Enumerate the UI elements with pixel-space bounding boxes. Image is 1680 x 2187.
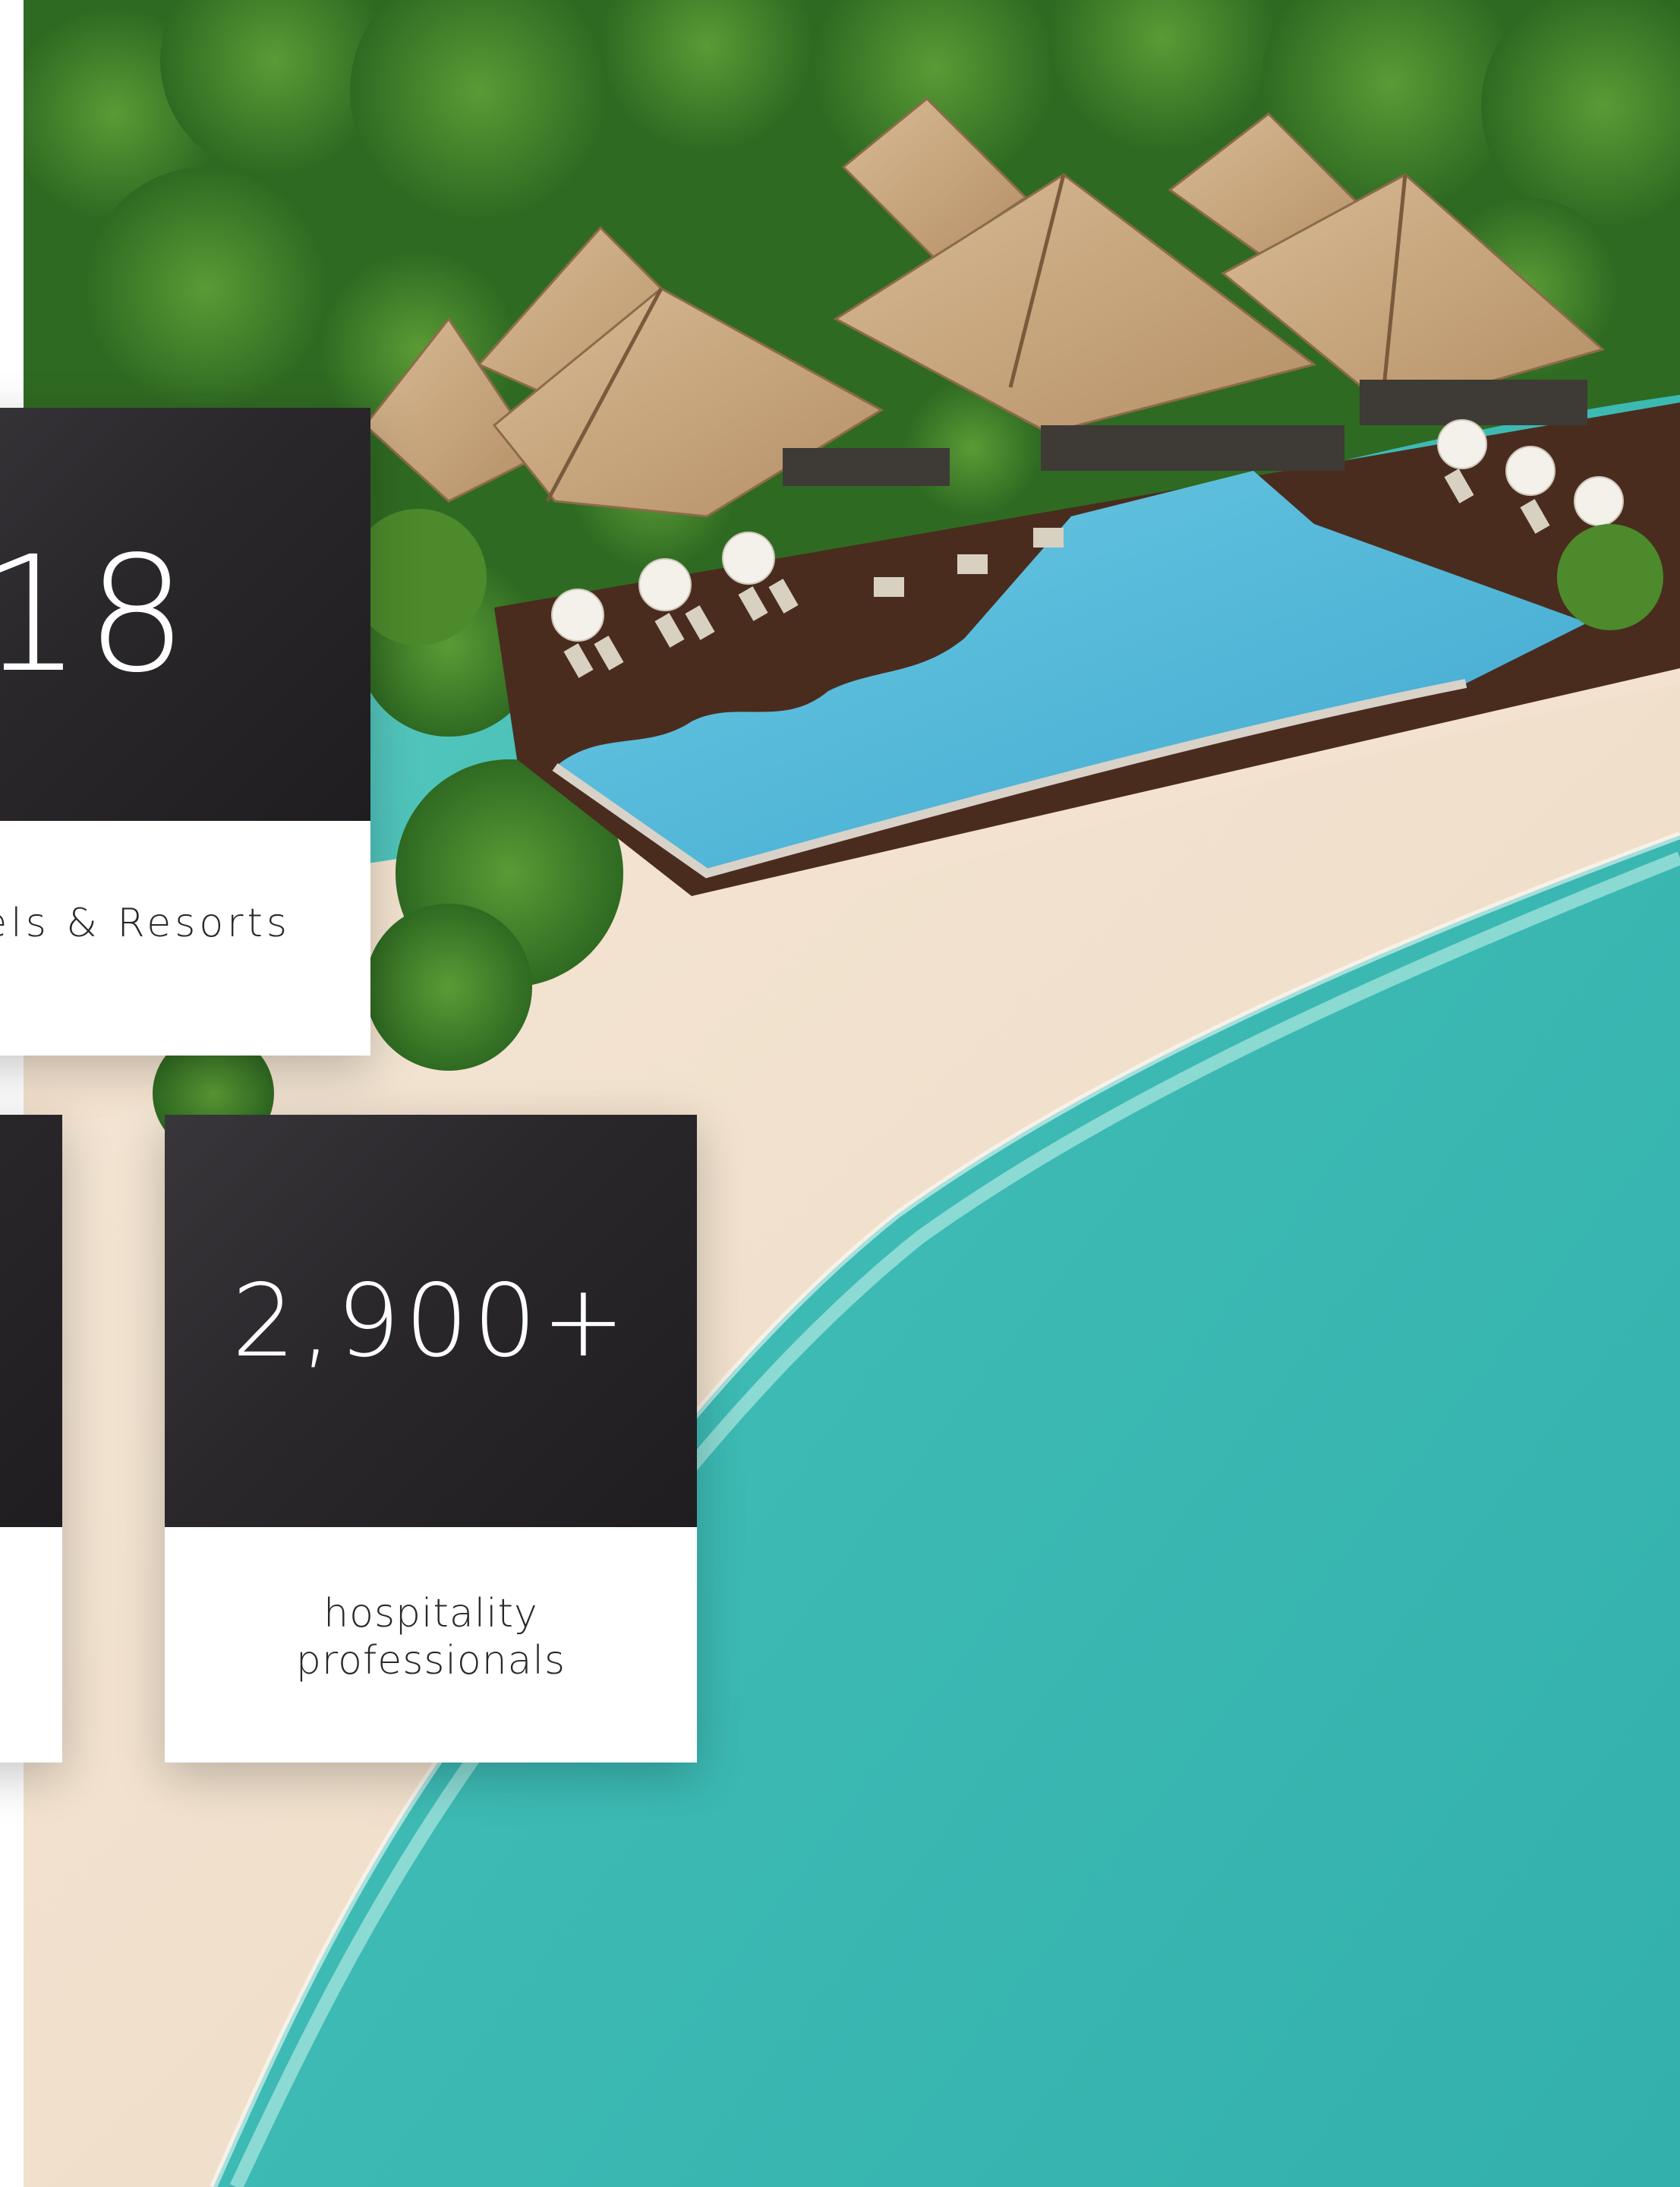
stat-card-staff: 2,900+ hospitality professionals	[165, 1115, 697, 1763]
stat-card-top: 2,900+	[165, 1115, 697, 1527]
stat-card-hotels: 18 Hotels & Resorts	[0, 408, 370, 1056]
stat-card-top	[0, 1115, 62, 1527]
stat-card-bottom: hospitality professionals	[165, 1527, 697, 1763]
resort-aerial-photo	[24, 0, 1680, 2187]
stat-card-top: 18	[0, 408, 370, 821]
stat-label-hotels: Hotels & Resorts	[0, 900, 291, 946]
stat-label-staff: hospitality professionals	[295, 1591, 566, 1684]
stat-value-staff: 2,900+	[232, 1262, 630, 1380]
stat-value-hotels: 18	[0, 521, 192, 708]
stat-card-cropped	[0, 1115, 62, 1763]
stat-card-bottom	[0, 1527, 62, 1763]
stat-card-bottom: Hotels & Resorts	[0, 821, 370, 1056]
resort-stats-page: 18 Hotels & Resorts 2,900+ hospitality p…	[0, 0, 1680, 2187]
